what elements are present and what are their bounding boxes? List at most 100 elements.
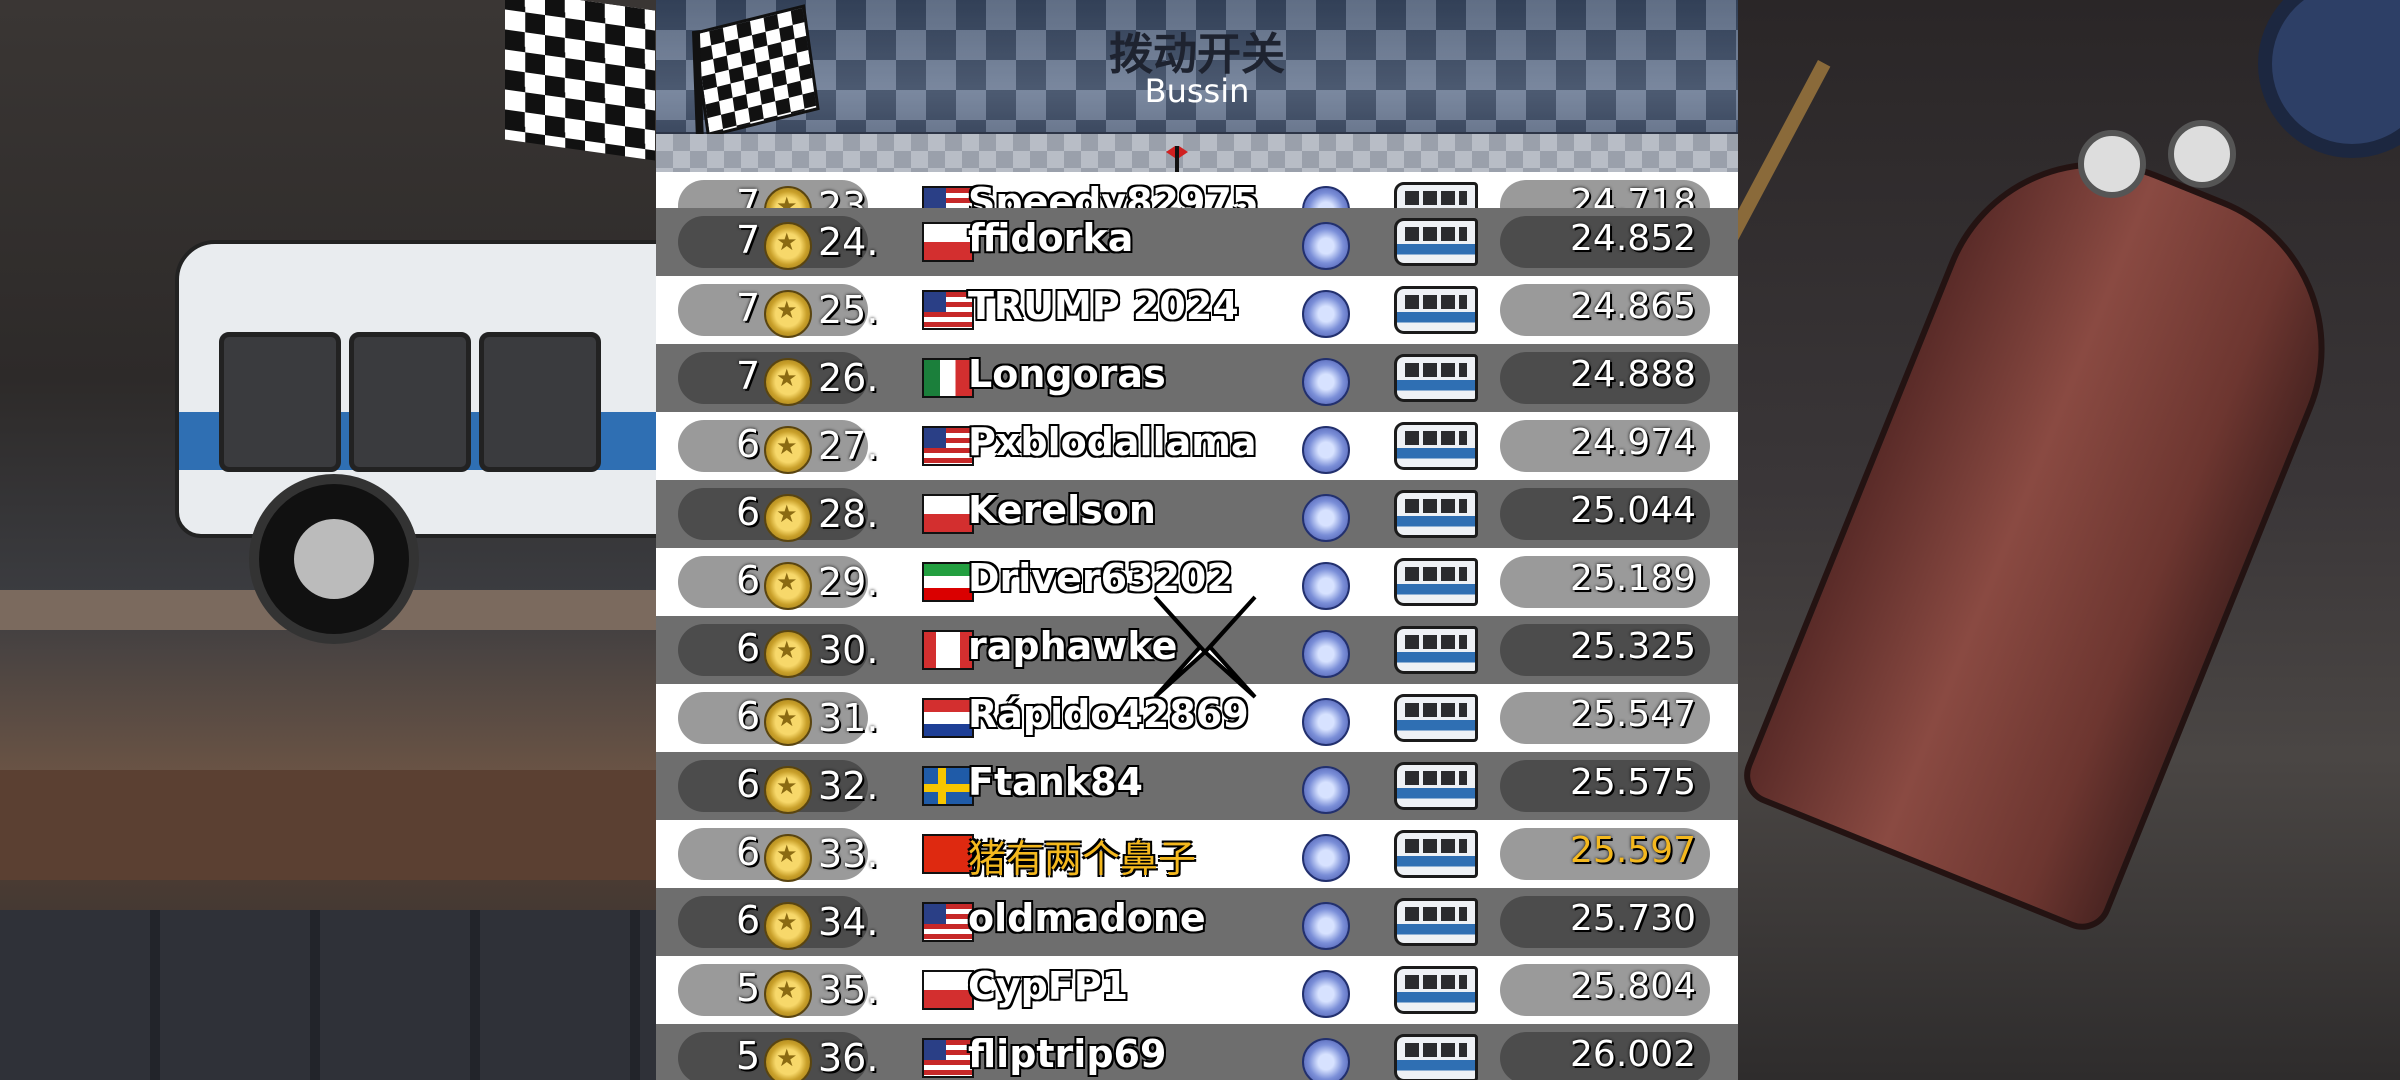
cursor-x-icon (1153, 595, 1257, 699)
player-time: 25.575 (1570, 762, 1696, 803)
country-flag-icon (922, 358, 974, 398)
player-name[interactable]: TRUMP 2024 (968, 284, 1239, 328)
player-time: 25.804 (1570, 966, 1696, 1007)
bus-window (479, 332, 601, 472)
medal-icon (764, 902, 812, 950)
medal-icon (764, 766, 812, 814)
medal-icon (764, 290, 812, 338)
background-garage-left (0, 0, 660, 1080)
background-garage-right (1738, 0, 2400, 1080)
player-name[interactable]: Speedy82975 (968, 180, 1258, 208)
bus-window (219, 332, 341, 472)
player-name[interactable]: 猪有两个鼻子 (968, 828, 1196, 883)
player-level: 6 (736, 626, 761, 670)
player-name[interactable]: fliptrip69 (968, 1032, 1166, 1076)
bus-vehicle-icon (1394, 490, 1478, 538)
bus-vehicle-icon (1394, 694, 1478, 742)
player-level: 7 (736, 182, 761, 208)
player-level: 6 (736, 762, 761, 806)
gauge-icon (2078, 130, 2146, 198)
player-name[interactable]: ffidorka (968, 216, 1133, 260)
player-name[interactable]: CypFP1 (968, 964, 1128, 1008)
country-flag-icon (922, 766, 974, 806)
bus-vehicle-icon (1394, 558, 1478, 606)
medal-icon (764, 562, 812, 610)
player-rank: 29. (818, 560, 879, 604)
player-level: 6 (736, 422, 761, 466)
player-rank: 35. (818, 968, 879, 1012)
player-time: 24.852 (1570, 218, 1696, 259)
player-name[interactable]: Ftank84 (968, 760, 1143, 804)
player-rank: 25. (818, 288, 879, 332)
leaderboard-row[interactable]: 7 25. TRUMP 2024 24.865 (656, 276, 1738, 344)
player-name[interactable]: Kerelson (968, 488, 1156, 532)
player-name[interactable]: Longoras (968, 352, 1166, 396)
medal-icon (764, 494, 812, 542)
leaderboard-row[interactable]: 5 35. CypFP1 25.804 (656, 956, 1738, 1024)
leaderboard-panel: 拨动开关 Bussin 7 23. Speedy82975 24.718 7 24. ffi… (656, 0, 1738, 1080)
player-name[interactable]: raphawke (968, 624, 1177, 668)
bus-vehicle-icon (1394, 762, 1478, 810)
gear-icon (2258, 0, 2400, 158)
player-name[interactable]: oldmadone (968, 896, 1206, 940)
medal-icon (764, 1038, 812, 1080)
bus-vehicle-icon (1394, 626, 1478, 674)
rank-badge-icon (1302, 766, 1350, 814)
player-rank: 33. (818, 832, 879, 876)
player-level: 6 (736, 558, 761, 602)
leaderboard-row[interactable]: 6 33. 猪有两个鼻子 25.597 (656, 820, 1738, 888)
rank-badge-icon (1302, 970, 1350, 1018)
player-time: 26.002 (1570, 1034, 1696, 1075)
player-time: 25.730 (1570, 898, 1696, 939)
rank-badge-icon (1302, 358, 1350, 406)
country-flag-icon (922, 698, 974, 738)
player-time: 25.325 (1570, 626, 1696, 667)
medal-icon (764, 222, 812, 270)
rank-badge-icon (1302, 902, 1350, 950)
country-flag-icon (922, 494, 974, 534)
rank-badge-icon (1302, 1038, 1350, 1080)
player-rank: 31. (818, 696, 879, 740)
leaderboard-row[interactable]: 6 28. Kerelson 25.044 (656, 480, 1738, 548)
rank-badge-icon (1302, 290, 1350, 338)
player-time: 24.718 (1570, 182, 1696, 208)
checkered-flag-decoration (505, 0, 655, 161)
country-flag-icon (922, 186, 974, 208)
player-rank: 28. (818, 492, 879, 536)
rank-badge-icon (1302, 630, 1350, 678)
leaderboard-row[interactable]: 7 24. ffidorka 24.852 (656, 208, 1738, 276)
tank-decoration (1738, 113, 2373, 939)
rank-badge-icon (1302, 222, 1350, 270)
vehicle-subtitle: Bussin (1144, 72, 1250, 110)
bus-wheel (249, 474, 419, 644)
bus-vehicle-icon (1394, 966, 1478, 1014)
leaderboard-row[interactable]: 6 34. oldmadone 25.730 (656, 888, 1738, 956)
player-time: 25.189 (1570, 558, 1696, 599)
country-flag-icon (922, 222, 974, 262)
country-flag-icon (922, 290, 974, 330)
player-level: 6 (736, 490, 761, 534)
country-flag-icon (922, 630, 974, 670)
bus-vehicle-icon (1394, 218, 1478, 266)
player-time: 25.044 (1570, 490, 1696, 531)
rank-badge-icon (1302, 834, 1350, 882)
gauge-icon (2168, 120, 2236, 188)
leaderboard-row[interactable]: 6 32. Ftank84 25.575 (656, 752, 1738, 820)
bus-vehicle-icon (1394, 1034, 1478, 1080)
leaderboard-row[interactable]: 6 27. Pxblodallama 24.974 (656, 412, 1738, 480)
leaderboard-row[interactable]: 7 23. Speedy82975 24.718 (656, 172, 1738, 208)
rank-badge-icon (1302, 186, 1350, 208)
player-level: 6 (736, 830, 761, 874)
player-rank: 34. (818, 900, 879, 944)
country-flag-icon (922, 970, 974, 1010)
leaderboard-header: 拨动开关 Bussin (656, 0, 1738, 138)
leaderboard-row[interactable]: 7 26. Longoras 24.888 (656, 344, 1738, 412)
player-time: 25.547 (1570, 694, 1696, 735)
leaderboard-row[interactable]: 5 36. fliptrip69 26.002 (656, 1024, 1738, 1080)
player-level: 7 (736, 218, 761, 262)
player-name[interactable]: Pxblodallama (968, 420, 1256, 464)
medal-icon (764, 970, 812, 1018)
bus-vehicle-icon (1394, 422, 1478, 470)
medal-icon (764, 358, 812, 406)
country-flag-icon (922, 426, 974, 466)
